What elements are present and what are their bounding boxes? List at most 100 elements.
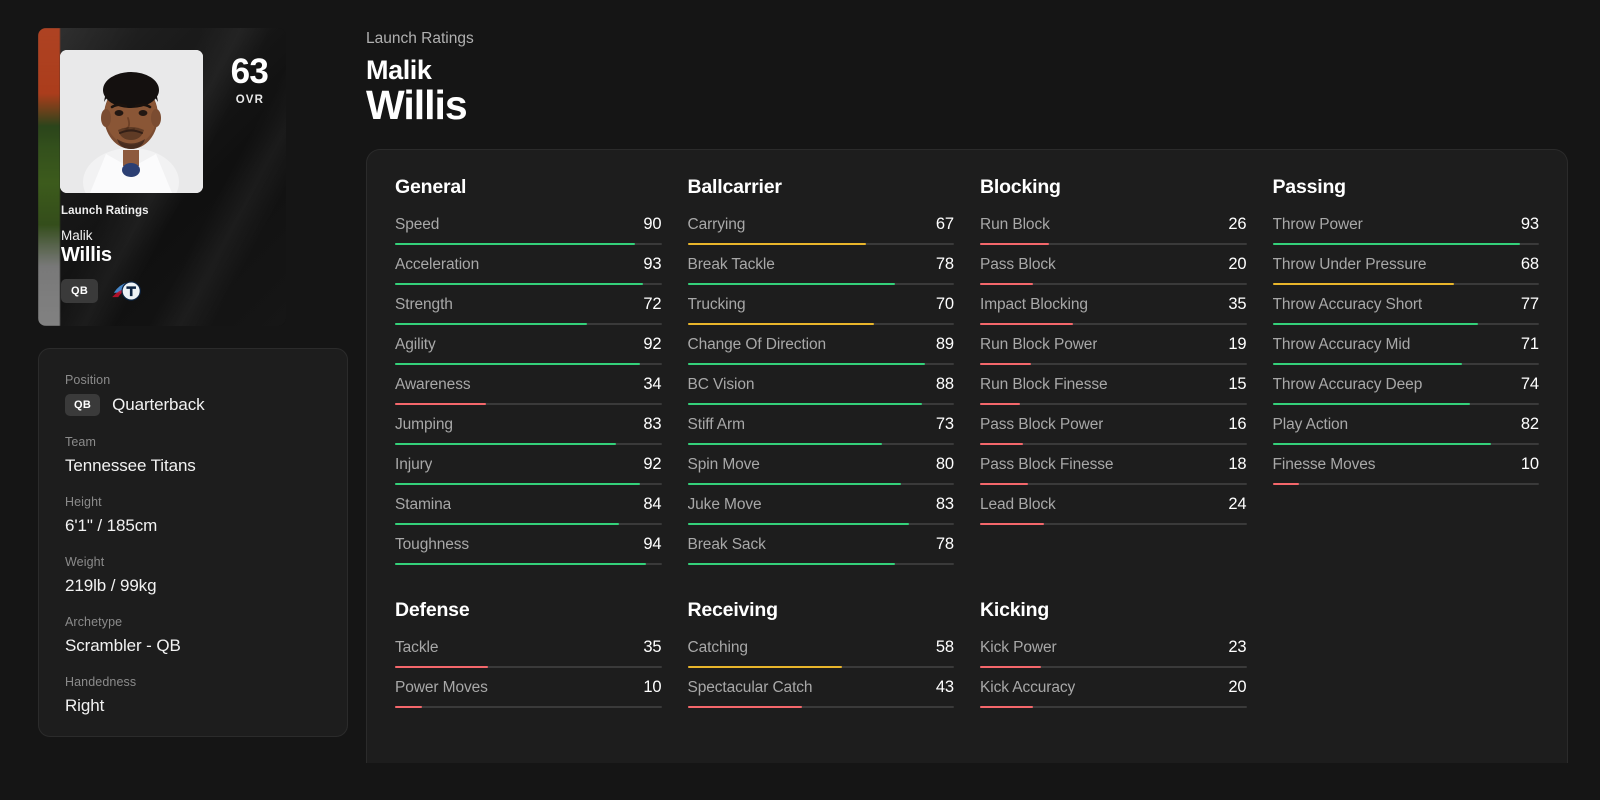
rating-bar-track [1272, 243, 1539, 246]
page-eyebrow: Launch Ratings [366, 30, 474, 47]
rating-bar-track [395, 523, 662, 526]
info-value: Quarterback [112, 395, 205, 414]
rating-bar-track [395, 243, 662, 246]
rating-name: Injury [395, 456, 433, 474]
rating-row: Finesse Moves 10 [1272, 455, 1539, 495]
rating-row: Run Block 26 [980, 215, 1247, 255]
rating-row-header: Throw Under Pressure 68 [1273, 255, 1540, 274]
rating-value: 26 [1228, 215, 1247, 234]
rating-row: Trucking 70 [687, 295, 954, 335]
rating-name: Lead Block [980, 496, 1056, 514]
rating-bar-track [687, 563, 954, 566]
info-row-weight: Weight 219lb / 99kg [65, 555, 321, 596]
rating-bar-track [687, 403, 954, 406]
rating-row: Run Block Power 19 [980, 335, 1247, 375]
overall-rating-label: OVR [235, 94, 264, 106]
rating-bar-track [395, 323, 662, 326]
rating-row-header: Power Moves 10 [395, 678, 662, 697]
rating-bar-track [980, 363, 1247, 366]
rating-bar-fill [395, 666, 489, 669]
rating-bar-fill [1272, 483, 1300, 486]
rating-bar-fill [980, 323, 1074, 326]
position-chip: QB [65, 394, 101, 416]
rating-row-header: Toughness 94 [395, 535, 662, 554]
rating-name: Stiff Arm [687, 416, 745, 434]
rating-bar-track [395, 706, 662, 709]
rating-value: 78 [935, 535, 954, 554]
info-row-position: Position QB Quarterback [65, 373, 321, 416]
rating-row: Pass Block 20 [980, 255, 1247, 295]
rating-row: Throw Accuracy Mid 71 [1272, 335, 1539, 375]
rating-bar-fill [687, 706, 803, 709]
rating-bar-fill [395, 283, 643, 286]
rating-bar-fill [687, 483, 901, 486]
ratings-grid: General Speed 90 Acceleration 93 Strength 72 Ag… [395, 176, 1539, 720]
rating-row-header: Agility 92 [395, 335, 662, 354]
info-row-height: Height 6'1" / 185cm [65, 495, 321, 536]
rating-value: 89 [935, 335, 954, 354]
rating-bar-fill [395, 363, 641, 366]
rating-value: 77 [1520, 295, 1539, 314]
player-headshot [60, 50, 203, 193]
rating-value: 35 [643, 638, 662, 657]
rating-row-header: Pass Block 20 [980, 255, 1247, 274]
rating-value: 67 [935, 215, 954, 234]
rating-row-header: Tackle 35 [395, 638, 662, 657]
rating-value: 15 [1228, 375, 1247, 394]
rating-bar-track [1272, 363, 1539, 366]
ratings-content: Launch Ratings Malik Willis General Speed… [366, 0, 1600, 800]
rating-name: Impact Blocking [980, 296, 1088, 314]
overall-rating-value: 63 [230, 52, 269, 91]
rating-bar-track [395, 666, 662, 669]
rating-row: Impact Blocking 35 [980, 295, 1247, 335]
rating-bar-fill [395, 243, 635, 246]
info-label: Team [65, 435, 96, 449]
rating-value: 92 [643, 455, 662, 474]
rating-value: 10 [1520, 455, 1539, 474]
rating-row: Play Action 82 [1272, 415, 1540, 455]
rating-bar-track [1272, 403, 1539, 406]
card-badge-row: QB [61, 278, 142, 304]
rating-bar-fill [395, 323, 587, 326]
rating-bar-fill [395, 443, 617, 446]
rating-row-header: Stamina 84 [395, 495, 662, 514]
info-row-team: Team Tennessee Titans [65, 435, 321, 476]
rating-name: Run Block Finesse [980, 376, 1108, 394]
rating-bar-track [687, 666, 954, 669]
rating-bar-fill [687, 403, 923, 406]
rating-row-header: Kick Accuracy 20 [980, 678, 1247, 697]
rating-bar-fill [1272, 363, 1462, 366]
rating-row-header: Kick Power 23 [980, 638, 1247, 657]
rating-row-header: Carrying 67 [688, 215, 955, 234]
rating-row-header: Throw Power 93 [1273, 215, 1540, 234]
rating-name: Run Block Power [980, 336, 1098, 354]
rating-value: 20 [1228, 678, 1247, 697]
position-line: QB Quarterback [65, 394, 321, 416]
rating-bar-track [395, 563, 662, 566]
rating-bar-track [395, 283, 662, 286]
rating-row-header: Catching 58 [688, 638, 955, 657]
rating-group-title: Kicking [980, 599, 1050, 622]
rating-row: Stamina 84 [395, 495, 662, 535]
rating-row-header: Throw Accuracy Short 77 [1273, 295, 1540, 314]
rating-row-header: Change Of Direction 89 [688, 335, 955, 354]
rating-bar-fill [980, 403, 1020, 406]
rating-name: Spin Move [687, 456, 760, 474]
rating-value: 23 [1228, 638, 1247, 657]
rating-row-header: Run Block Power 19 [980, 335, 1247, 354]
info-label: Handedness [65, 675, 137, 689]
card-accent-stripe [38, 28, 60, 326]
rating-row-header: Break Sack 78 [688, 535, 955, 554]
rating-bar-fill [1272, 443, 1492, 446]
rating-row: Strength 72 [395, 295, 662, 335]
rating-value: 92 [643, 335, 662, 354]
rating-row-header: Play Action 82 [1273, 415, 1540, 434]
rating-name: Pass Block Finesse [980, 456, 1114, 474]
rating-bar-fill [687, 666, 843, 669]
rating-bar-fill [980, 363, 1031, 366]
rating-bar-track [687, 323, 954, 326]
player-card[interactable]: 63 OVR Launch Ratings Malik Willis QB [38, 28, 286, 326]
rating-bar-track [980, 403, 1247, 406]
rating-value: 74 [1520, 375, 1539, 394]
rating-bar-fill [980, 483, 1028, 486]
